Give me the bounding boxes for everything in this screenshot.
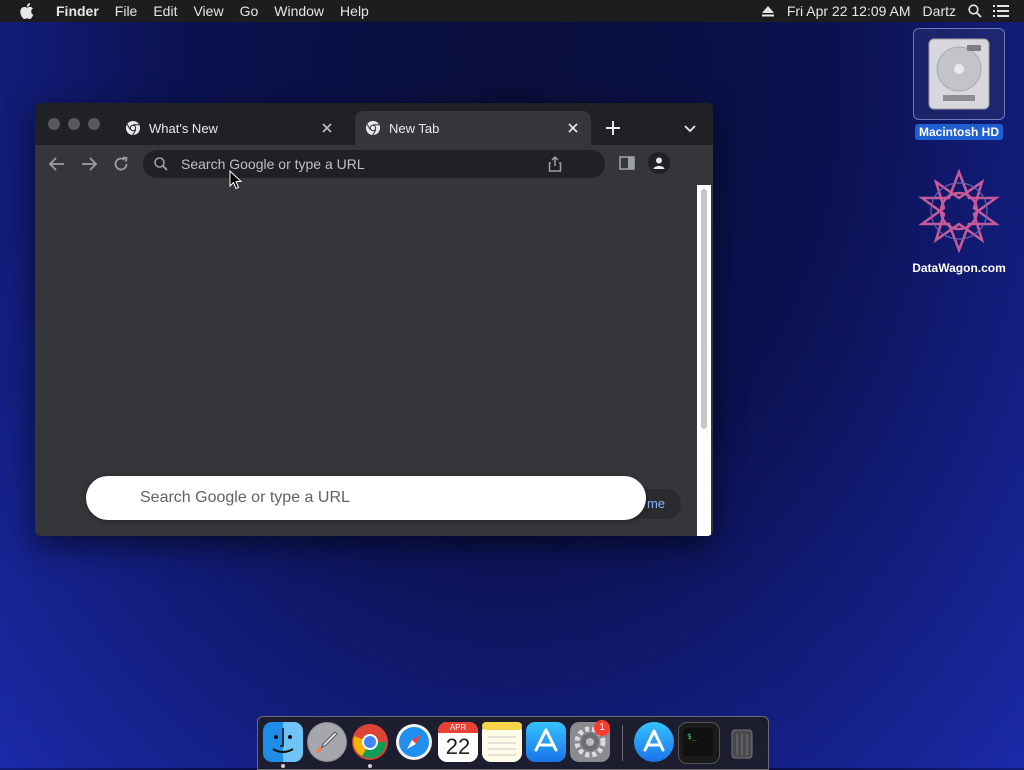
forward-arrow-icon[interactable] xyxy=(78,153,100,175)
dock-app-store-icon[interactable] xyxy=(526,722,566,762)
tab-whats-new[interactable]: What's New xyxy=(115,111,345,145)
reload-icon[interactable] xyxy=(110,153,132,175)
google-search-input[interactable] xyxy=(138,488,646,508)
scrollbar-thumb[interactable] xyxy=(701,189,707,429)
side-panel-icon[interactable] xyxy=(617,153,637,173)
hard-drive-icon xyxy=(913,28,1005,120)
desktop-icon-macintosh-hd[interactable]: Macintosh HD xyxy=(904,28,1014,141)
menu-bar: Finder File Edit View Go Window Help Fri… xyxy=(0,0,1024,22)
window-close-button[interactable] xyxy=(48,118,60,130)
apple-menu-icon[interactable] xyxy=(18,0,36,22)
omnibox[interactable] xyxy=(143,150,605,178)
calendar-day: 22 xyxy=(445,734,471,759)
chrome-favicon-icon xyxy=(366,121,380,136)
dock-trash-icon[interactable] xyxy=(722,722,762,762)
dock-separator xyxy=(622,725,623,761)
tab-search-chevron-down-icon[interactable] xyxy=(680,119,700,139)
desktop-icon-label: DataWagon.com xyxy=(912,261,1006,275)
tab-title: What's New xyxy=(149,120,218,136)
calendar-month: APR xyxy=(438,722,478,733)
desktop-icon-datawagon[interactable]: DataWagon.com xyxy=(904,166,1014,277)
tab-title: New Tab xyxy=(389,120,440,136)
browser-toolbar xyxy=(35,145,713,181)
menubar-user[interactable]: Dartz xyxy=(917,0,962,22)
window-minimize-button[interactable] xyxy=(68,118,80,130)
vertical-scrollbar[interactable] xyxy=(697,185,711,536)
menubar-clock[interactable]: Fri Apr 22 12:09 AM xyxy=(781,0,917,22)
dock-terminal-icon[interactable]: $_ xyxy=(678,722,720,764)
notification-badge: 1 xyxy=(594,720,610,736)
desktop-icon-label: Macintosh HD xyxy=(914,124,1003,140)
svg-text:$_: $_ xyxy=(687,732,697,741)
eject-icon[interactable] xyxy=(755,0,781,22)
spotlight-search-icon[interactable] xyxy=(962,0,988,22)
customize-label: me xyxy=(646,496,665,511)
window-zoom-button[interactable] xyxy=(88,118,100,130)
notification-center-icon[interactable] xyxy=(988,0,1014,22)
menu-go[interactable]: Go xyxy=(232,0,267,22)
tab-new-tab[interactable]: New Tab xyxy=(355,111,591,145)
new-tab-plus-icon[interactable] xyxy=(603,118,623,138)
tab-strip: What's New New Tab xyxy=(35,103,713,145)
dock: APR 22 1 $_ xyxy=(257,716,769,770)
menu-help[interactable]: Help xyxy=(332,0,377,22)
profile-avatar-icon[interactable] xyxy=(648,152,670,174)
dock-app-store-download-icon[interactable] xyxy=(634,722,674,762)
dock-safari-icon[interactable] xyxy=(394,722,434,762)
menu-file[interactable]: File xyxy=(107,0,146,22)
mouse-cursor-icon xyxy=(229,170,243,190)
tab-close-icon[interactable] xyxy=(565,120,581,136)
chrome-favicon-icon xyxy=(126,121,140,136)
back-arrow-icon[interactable] xyxy=(46,153,68,175)
chrome-window: What's New New Tab Search Google or type… xyxy=(35,103,713,536)
datawagon-logo-icon xyxy=(914,166,1004,256)
menu-edit[interactable]: Edit xyxy=(145,0,185,22)
menu-window[interactable]: Window xyxy=(266,0,332,22)
dock-notes-icon[interactable] xyxy=(482,722,522,762)
running-indicator xyxy=(368,764,372,768)
google-search-box[interactable] xyxy=(86,476,646,520)
running-indicator xyxy=(281,764,285,768)
dock-chrome-icon[interactable] xyxy=(350,722,390,762)
dock-launchpad-icon[interactable] xyxy=(307,722,347,762)
share-icon[interactable] xyxy=(545,154,565,174)
tab-close-icon[interactable] xyxy=(319,120,335,136)
menu-view[interactable]: View xyxy=(185,0,231,22)
menu-app-finder[interactable]: Finder xyxy=(48,0,107,22)
dock-calendar-icon[interactable]: APR 22 xyxy=(438,722,478,762)
dock-finder-icon[interactable] xyxy=(263,722,303,762)
search-icon xyxy=(154,157,168,171)
